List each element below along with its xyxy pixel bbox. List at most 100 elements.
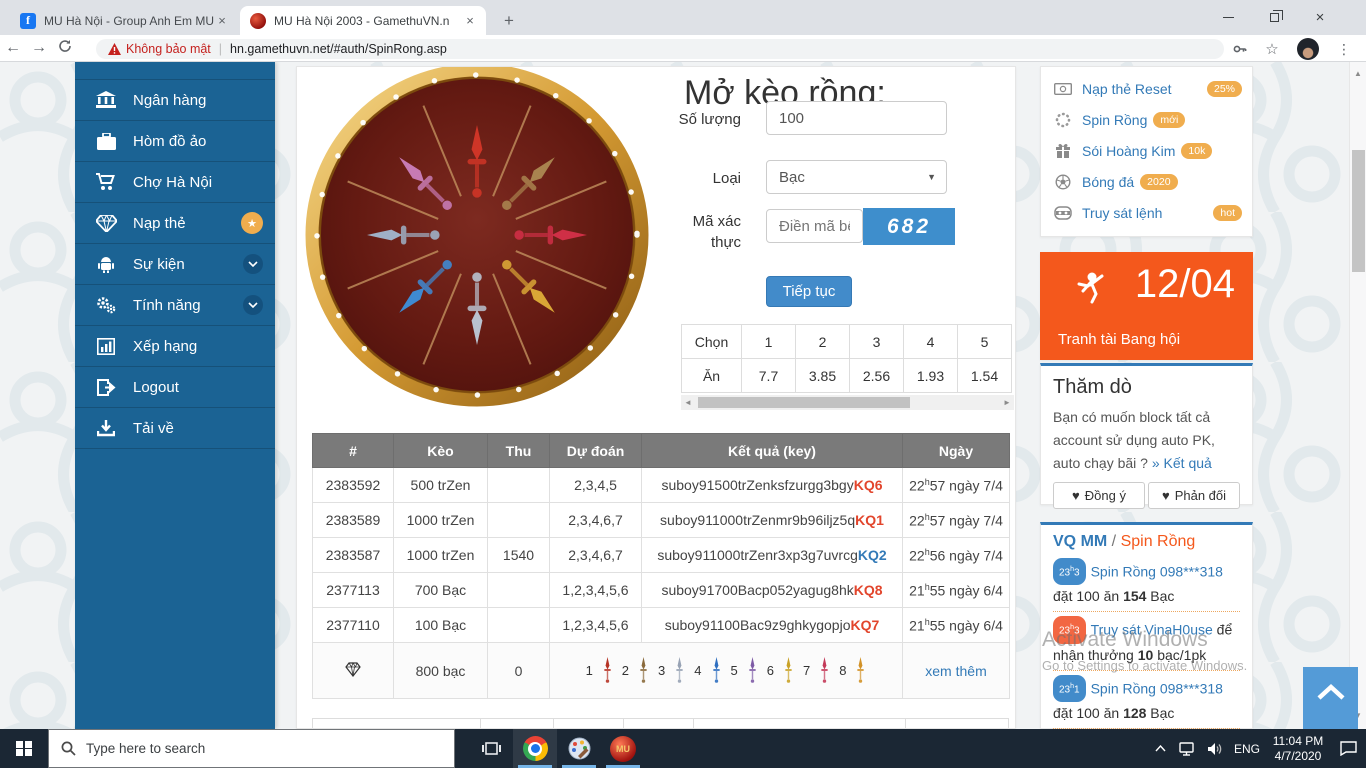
- task-view-button[interactable]: [469, 729, 513, 768]
- tab-gamethuvn[interactable]: MU Hà Nội 2003 - GamethuVN.n ×: [240, 6, 486, 35]
- new-tab-button[interactable]: +: [496, 8, 522, 34]
- captcha-input[interactable]: [766, 209, 863, 243]
- bandit-mask-icon: [1053, 206, 1073, 220]
- poll-agree-button[interactable]: ♥ Đồng ý: [1053, 482, 1145, 509]
- odds-cell: Ăn: [682, 359, 742, 393]
- taskbar-paint[interactable]: [557, 729, 601, 768]
- browser-tab-strip: f MU Hà Nội - Group Anh Em MU × MU Hà Nộ…: [0, 0, 1366, 35]
- scroll-up-icon[interactable]: ▲: [1350, 69, 1366, 78]
- sidebar-item-ngan-hang[interactable]: Ngân hàng: [75, 80, 275, 121]
- key-text: suboy911000trZenmr9b96iljz5q: [660, 512, 855, 528]
- continue-button[interactable]: Tiếp tục: [766, 276, 852, 307]
- taskbar-mu-game[interactable]: MU: [601, 729, 645, 768]
- feed-title-vqmm[interactable]: VQ MM: [1053, 533, 1107, 550]
- poll-disagree-button[interactable]: ♥ Phản đối: [1148, 482, 1240, 509]
- odds-choice-2[interactable]: 2: [796, 325, 850, 359]
- key-text: suboy91500trZenksfzurgg3bgy: [661, 477, 853, 493]
- back-button[interactable]: ←: [0, 39, 26, 57]
- item-number: 4: [694, 663, 701, 678]
- browser-menu-icon[interactable]: ⋮: [1332, 38, 1356, 60]
- page-scrollbar[interactable]: ▲ ▼: [1349, 62, 1366, 729]
- menu-link[interactable]: Sói Hoàng Kim: [1082, 143, 1175, 159]
- menu-item-truy-sat-lenh[interactable]: Truy sát lệnh hot: [1041, 197, 1252, 228]
- menu-item-soi-hoang-kim[interactable]: Sói Hoàng Kim 10k: [1041, 135, 1252, 166]
- sidebar-item-nap-the[interactable]: Nạp thẻ ★: [75, 203, 275, 244]
- menu-item-spin-rong[interactable]: Spin Rồng mới: [1041, 104, 1252, 135]
- sidebar-item-hom-do-ao[interactable]: Hòm đồ ảo: [75, 121, 275, 162]
- feed-title-spinrong[interactable]: Spin Rồng: [1121, 533, 1196, 550]
- sidebar-item-label: Chợ Hà Nội: [133, 174, 263, 191]
- sidebar-item-logout[interactable]: Logout: [75, 367, 275, 408]
- odds-choice-3[interactable]: 3: [850, 325, 904, 359]
- sidebar-item-su-kien[interactable]: Sự kiện: [75, 244, 275, 285]
- cell-date: 22h57 ngày 7/4: [903, 503, 1010, 538]
- weapon-item-icon: [855, 657, 866, 684]
- password-key-icon[interactable]: [1228, 38, 1252, 60]
- feed-link[interactable]: Spin Rồng 098***318: [1091, 563, 1223, 579]
- window-minimize-button[interactable]: [1205, 0, 1251, 35]
- language-indicator[interactable]: ENG: [1228, 742, 1266, 756]
- sidebar-item-label: Ngân hàng: [133, 92, 263, 109]
- odds-choice-4[interactable]: 4: [904, 325, 958, 359]
- start-button[interactable]: [0, 729, 48, 768]
- poll-result-link[interactable]: » Kết quả: [1152, 455, 1212, 471]
- network-icon[interactable]: [1174, 742, 1201, 756]
- badge: 10k: [1181, 143, 1212, 159]
- event-date: 12/04: [1135, 262, 1235, 307]
- gift-icon: [1053, 143, 1073, 158]
- window-restore-button[interactable]: [1251, 0, 1297, 35]
- profile-avatar[interactable]: [1296, 38, 1320, 60]
- url-field[interactable]: Không bảo mật | hn.gamethuvn.net/#auth/S…: [96, 39, 1224, 59]
- badge: 2020: [1140, 174, 1177, 190]
- odds-choice-1[interactable]: 1: [742, 325, 796, 359]
- taskbar-search[interactable]: Type here to search: [48, 729, 455, 768]
- activity-feed-panel: VQ MM / Spin Rồng 23h3Spin Rồng 098***31…: [1040, 522, 1253, 729]
- quantity-input[interactable]: [766, 101, 947, 135]
- taskbar-clock[interactable]: 11:04 PM 4/7/2020: [1266, 734, 1330, 764]
- type-select[interactable]: Bạc ▼: [766, 160, 947, 194]
- sidebar-item-cho-ha-noi[interactable]: Chợ Hà Nội: [75, 162, 275, 203]
- sidebar-item-xep-hang[interactable]: Xếp hạng: [75, 326, 275, 367]
- chevron-down-icon[interactable]: [243, 254, 263, 274]
- horizontal-scrollbar[interactable]: ◄ ►: [681, 395, 1014, 410]
- refresh-button[interactable]: [52, 39, 78, 58]
- tray-expand-icon[interactable]: [1147, 745, 1174, 752]
- table-row: 2383589 1000 trZen 2,3,4,6,7 suboy911000…: [313, 503, 1010, 538]
- menu-link[interactable]: Nạp thẻ Reset: [1082, 81, 1172, 97]
- taskbar-chrome[interactable]: [513, 729, 557, 768]
- scroll-left-icon[interactable]: ◄: [681, 395, 695, 410]
- tab-facebook[interactable]: f MU Hà Nội - Group Anh Em MU ×: [10, 6, 238, 35]
- menu-link[interactable]: Bóng đá: [1082, 174, 1134, 190]
- cell-key: suboy911000trZenmr9b96iljz5qKQ1: [642, 503, 903, 538]
- window-close-button[interactable]: ×: [1297, 0, 1343, 35]
- menu-link[interactable]: Spin Rồng: [1082, 112, 1147, 128]
- forward-button[interactable]: →: [26, 39, 52, 57]
- not-secure-warning[interactable]: Không bảo mật: [108, 42, 211, 56]
- menu-link[interactable]: Truy sát lệnh: [1082, 205, 1162, 221]
- col-header: Kèo: [394, 434, 488, 468]
- see-more-link[interactable]: xem thêm: [925, 663, 986, 679]
- sidebar-item-tai-ve[interactable]: Tải về: [75, 408, 275, 449]
- event-label: Tranh tài Bang hội: [1058, 331, 1180, 348]
- odds-choice-5[interactable]: 5: [958, 325, 1012, 359]
- odds-value-row: Ăn 7.7 3.85 2.56 1.93 1.54: [682, 359, 1012, 393]
- menu-item-bong-da[interactable]: Bóng đá 2020: [1041, 166, 1252, 197]
- cell-thu: 0: [488, 643, 550, 699]
- spinner-icon: [1053, 112, 1073, 128]
- cell-key: suboy911000trZenr3xp3g7uvrcgKQ2: [642, 538, 903, 573]
- close-tab-icon[interactable]: ×: [214, 13, 230, 29]
- sidebar-item-tinh-nang[interactable]: Tính năng: [75, 285, 275, 326]
- scrollbar-thumb[interactable]: [698, 397, 910, 408]
- close-tab-icon[interactable]: ×: [462, 13, 478, 29]
- menu-item-nap-the-reset[interactable]: Nạp thẻ Reset 25%: [1041, 73, 1252, 104]
- action-center-icon[interactable]: [1330, 741, 1366, 756]
- event-banner[interactable]: 12/04 Tranh tài Bang hội: [1040, 252, 1253, 360]
- back-to-top-button[interactable]: [1303, 667, 1358, 729]
- speaker-icon[interactable]: [1201, 742, 1228, 756]
- feed-link[interactable]: Spin Rồng 098***318: [1091, 680, 1223, 696]
- feed-link[interactable]: Truy sát VinaH0use: [1091, 622, 1213, 638]
- chevron-down-icon[interactable]: [243, 295, 263, 315]
- scrollbar-thumb[interactable]: [1352, 150, 1365, 272]
- bookmark-star-icon[interactable]: ☆: [1260, 38, 1284, 60]
- scroll-right-icon[interactable]: ►: [1000, 395, 1014, 410]
